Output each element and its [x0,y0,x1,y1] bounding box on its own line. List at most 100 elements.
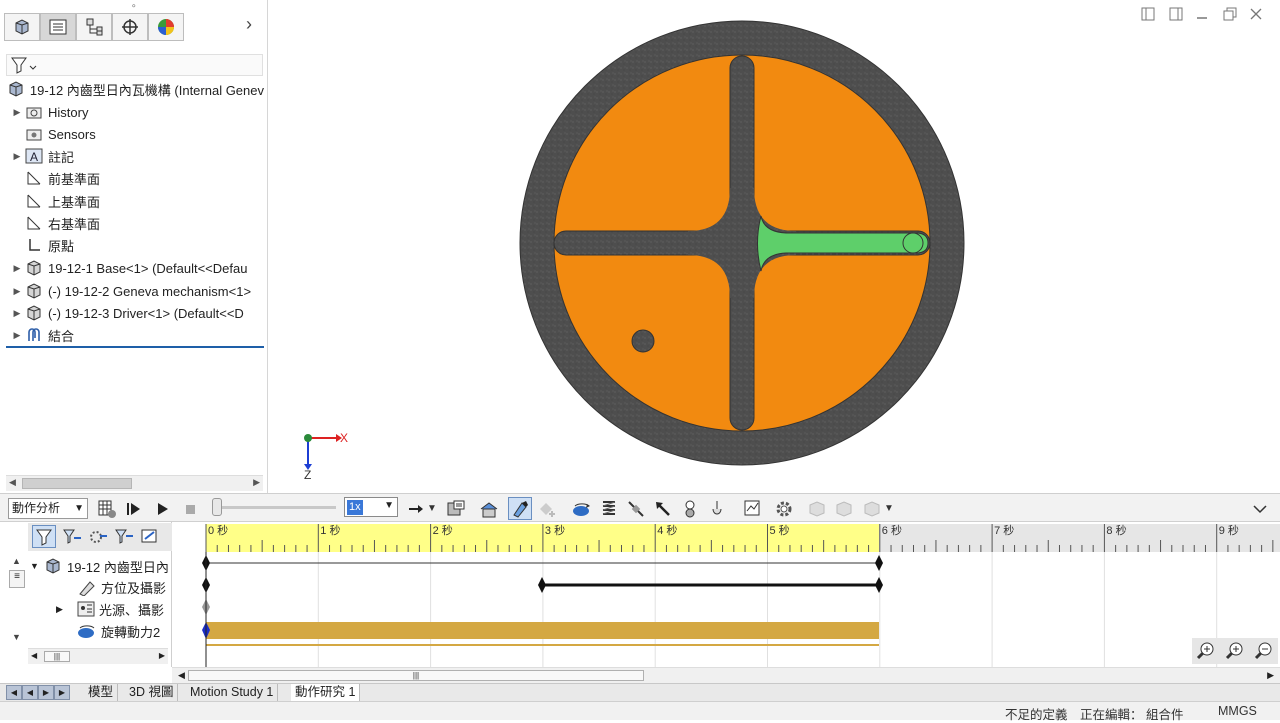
tree-item-mates[interactable]: ▶ 結合 [10,324,268,346]
tab-model[interactable]: 模型 [84,684,119,702]
save-animation-button[interactable] [444,497,468,520]
scroll-right-icon[interactable]: ▶ [159,651,165,660]
tile-left-icon[interactable] [1140,6,1156,22]
expand-arrow-icon[interactable]: ▶ [10,151,24,162]
graphics-viewport[interactable]: X Z [268,0,1280,493]
motor-button[interactable] [570,497,594,520]
more-dropdown[interactable]: ▼ [882,497,896,520]
tree-filter[interactable] [6,54,263,76]
playback-mode-dropdown[interactable]: ▼ [424,497,440,520]
feature-manager-tab[interactable] [4,13,40,41]
filter-selected-button[interactable] [86,525,110,548]
tree-item-right-plane[interactable]: 右基準面 [10,212,268,234]
collapse-button[interactable] [860,497,884,520]
geneva-model[interactable] [518,18,968,468]
restore-icon[interactable] [1222,6,1238,22]
results-plots-button[interactable] [741,497,765,520]
scroll-down-icon[interactable]: ▼ [12,632,21,642]
autofit-button[interactable] [138,525,162,548]
expand-arrow-icon[interactable]: ▼ [30,561,44,571]
expand-arrow-icon[interactable]: ▶ [10,286,24,297]
scroll-right-icon[interactable]: ▶ [1267,670,1274,681]
add-key-button[interactable] [536,497,560,520]
status-units[interactable]: MMGS [1218,704,1257,718]
motion-tree-orientation[interactable]: 方位及攝影 [76,577,172,597]
playback-slider[interactable] [212,506,336,509]
autokey-button[interactable] [508,497,532,520]
timeline-area[interactable]: 0 秒 1 秒 2 秒 3 秒 4 秒 5 秒 6 秒 7 秒 8 秒 9 秒 [172,522,1280,667]
key-point[interactable] [875,577,883,593]
scroll-thumb[interactable]: ||| [188,670,644,681]
tab-3d-views[interactable]: 3D 視圖 [125,684,179,702]
prev-tab-icon[interactable]: ◀ [22,685,38,700]
filter-animated-button[interactable] [32,525,56,548]
property-manager-tab[interactable] [40,13,76,41]
tree-item-history[interactable]: ▶ History [10,101,268,123]
expand-arrow-icon[interactable]: ▶ [10,308,24,319]
damper-button[interactable] [624,497,648,520]
timeline-hscroll[interactable]: ◀ ||| ▶ [172,667,1280,683]
collapse-motion-manager-button[interactable] [1248,497,1272,520]
playback-speed-select[interactable]: 1x ▼ [344,497,398,517]
force-button[interactable] [651,497,675,520]
tree-item-part-geneva[interactable]: ▶ (-) 19-12-2 Geneva mechanism<1> [10,280,268,302]
tree-item-sensors[interactable]: Sensors [10,123,268,145]
motion-tree-lights[interactable]: ▶ 光源、攝影 [56,599,172,619]
tree-item-part-driver[interactable]: ▶ (-) 19-12-3 Driver<1> (Default<<D [10,302,268,324]
spring-button[interactable] [597,497,621,520]
expand-arrow-icon[interactable]: ▶ [56,604,76,615]
tab-animation-study-1[interactable]: 動作研究 1 [291,684,361,702]
motion-study-properties-button[interactable] [772,497,796,520]
vertical-scroll-thumb[interactable]: ≡ [9,570,25,588]
timeline-canvas[interactable]: 0 秒 1 秒 2 秒 3 秒 4 秒 5 秒 6 秒 7 秒 8 秒 9 秒 [172,522,1280,667]
play-button[interactable] [150,497,174,520]
tree-horizontal-scrollbar[interactable]: ◀ ▶ [6,475,263,491]
expand-arrow-icon[interactable]: ▶ [10,330,24,341]
display-manager-tab[interactable] [148,13,184,41]
scroll-thumb[interactable]: ||| [44,651,70,662]
tab-motion-study-1[interactable]: Motion Study 1 [186,684,279,702]
scroll-thumb[interactable] [22,478,132,489]
dimxpert-tab[interactable] [112,13,148,41]
calculate-button[interactable] [95,497,119,520]
expand-arrow-icon[interactable]: ▶ [10,263,24,274]
contact-button[interactable] [678,497,702,520]
tree-item-front-plane[interactable]: 前基準面 [10,167,268,189]
animation-wizard-button[interactable] [477,497,501,520]
play-from-start-button[interactable] [122,497,146,520]
zoom-in-icon[interactable] [1225,641,1245,661]
gravity-button[interactable] [705,497,729,520]
first-tab-icon[interactable]: ◀ [6,685,22,700]
motion-tree-rotary-motor[interactable]: 旋轉動力2 [76,621,172,641]
motion-tree-hscroll[interactable]: ◀ ||| ▶ [28,648,168,664]
minimize-icon[interactable] [1194,6,1210,22]
component-view-button[interactable] [805,497,829,520]
tree-item-top-plane[interactable]: 上基準面 [10,190,268,212]
filter-driving-button[interactable] [60,525,84,548]
configuration-manager-tab[interactable] [76,13,112,41]
tree-root-assembly[interactable]: 19-12 內齒型日內瓦機構 (Internal Genev [6,78,264,100]
key-point[interactable] [538,577,546,593]
close-icon[interactable] [1248,6,1264,22]
driver-pin[interactable] [902,232,924,254]
expand-arrow-icon[interactable]: ▶ [10,107,24,118]
motion-tree-root[interactable]: ▼ 19-12 內齒型日內 [30,556,172,576]
scroll-left-icon[interactable]: ◀ [178,670,185,681]
tree-item-part-base[interactable]: ▶ 19-12-1 Base<1> (Default<<Defau [10,257,268,279]
stop-button[interactable] [178,497,202,520]
panel-expand-chevron-icon[interactable]: › [246,14,252,35]
scroll-left-icon[interactable]: ◀ [9,477,16,488]
filter-results-button[interactable] [112,525,136,548]
key-point[interactable] [875,555,883,571]
motor-time-bar[interactable] [206,622,879,639]
study-type-select[interactable]: 動作分析 ▼ [8,498,88,519]
zoom-to-fit-icon[interactable] [1196,641,1216,661]
tree-item-origin[interactable]: 原點 [10,234,268,256]
tile-right-icon[interactable] [1168,6,1184,22]
zoom-out-icon[interactable] [1254,641,1274,661]
panel-grip[interactable]: ⚬ [130,1,138,12]
scroll-left-icon[interactable]: ◀ [31,651,37,660]
next-tab-icon[interactable]: ▶ [38,685,54,700]
playback-slider-thumb[interactable] [212,498,222,516]
tree-item-annotations[interactable]: ▶ A 註記 [10,145,268,167]
